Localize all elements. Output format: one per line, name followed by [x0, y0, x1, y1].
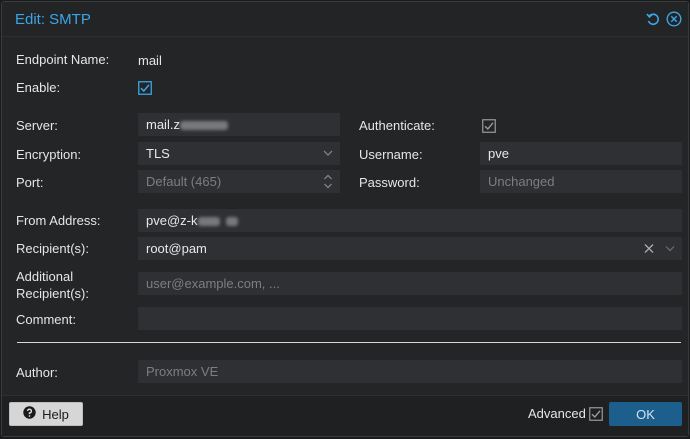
username-input[interactable]: pve — [480, 142, 682, 165]
from-address-value: pve@z-k — [146, 213, 198, 228]
username-label: Username: — [359, 147, 423, 162]
encryption-label: Encryption: — [16, 147, 82, 162]
server-value: mail.z — [146, 117, 180, 132]
server-input[interactable]: mail.z — [138, 113, 340, 136]
advanced-checkbox[interactable] — [589, 407, 603, 421]
recipients-select[interactable]: root@pam — [138, 237, 682, 260]
additional-recipients-label-line2: Recipient(s): — [16, 286, 89, 301]
dialog-title: Edit: SMTP — [15, 11, 91, 28]
username-value: pve — [488, 146, 509, 161]
help-button[interactable]: Help — [9, 402, 83, 426]
port-placeholder: Default (465) — [146, 174, 222, 189]
chevron-down-icon — [323, 143, 333, 169]
author-label: Author: — [16, 365, 58, 380]
reset-icon[interactable] — [645, 11, 661, 27]
help-label: Help — [42, 406, 69, 422]
comment-label: Comment: — [16, 312, 76, 327]
ok-button[interactable]: OK — [609, 402, 682, 426]
redacted-text — [197, 217, 220, 227]
password-input[interactable]: Unchanged — [480, 170, 682, 193]
encryption-value: TLS — [146, 146, 170, 161]
checkmark-icon — [482, 119, 496, 133]
enable-checkbox[interactable] — [138, 81, 152, 95]
port-label: Port: — [16, 175, 44, 190]
advanced-label: Advanced — [528, 406, 586, 421]
password-label: Password: — [359, 175, 420, 190]
dialog-titlebar: Edit: SMTP — [2, 2, 688, 37]
author-input[interactable]: Proxmox VE — [138, 360, 682, 383]
author-placeholder: Proxmox VE — [146, 364, 219, 379]
clear-icon[interactable] — [643, 238, 655, 265]
additional-recipients-placeholder: user@example.com, ... — [146, 276, 280, 291]
authenticate-label: Authenticate: — [359, 118, 435, 133]
additional-recipients-label-line1: Additional — [16, 269, 74, 284]
spinner-icon[interactable] — [323, 171, 333, 198]
authenticate-checkbox[interactable] — [482, 119, 496, 133]
redacted-text — [179, 121, 228, 131]
additional-recipients-input[interactable]: user@example.com, ... — [138, 272, 682, 295]
redacted-text — [225, 217, 238, 227]
checkmark-icon — [138, 81, 152, 95]
chevron-down-icon[interactable] — [665, 238, 675, 265]
from-address-label: From Address: — [16, 213, 101, 228]
password-placeholder: Unchanged — [488, 174, 555, 189]
comment-input[interactable] — [138, 307, 682, 330]
enable-label: Enable: — [16, 80, 61, 95]
ok-label: OK — [636, 406, 655, 422]
endpoint-name-label: Endpoint Name: — [16, 52, 110, 67]
recipients-label: Recipient(s): — [16, 241, 89, 256]
edit-smtp-dialog: Edit: SMTP Endpoint Name: mail Enable: S… — [1, 1, 689, 437]
question-circle-icon — [23, 406, 36, 422]
checkmark-icon — [589, 407, 603, 421]
port-input[interactable]: Default (465) — [138, 170, 340, 193]
close-icon[interactable] — [666, 11, 682, 27]
encryption-select[interactable]: TLS — [138, 142, 340, 165]
separator — [17, 342, 681, 343]
endpoint-name-value: mail — [138, 53, 162, 68]
from-address-input[interactable]: pve@z-k — [138, 209, 682, 232]
recipients-value: root@pam — [146, 241, 207, 256]
server-label: Server: — [16, 118, 58, 133]
